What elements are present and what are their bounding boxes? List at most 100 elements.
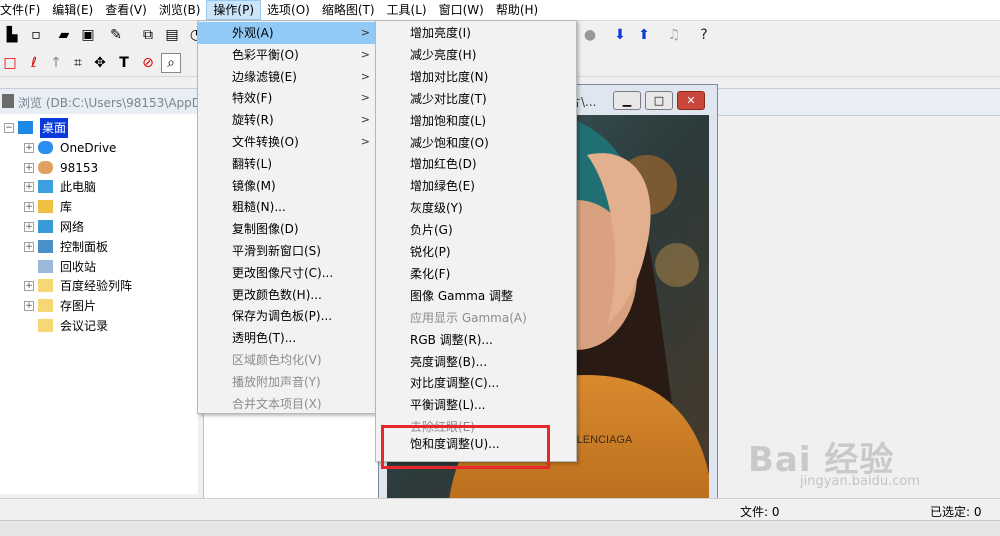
appearance-menu-item[interactable]: 增加亮度(I) [376,22,576,44]
operate-menu-item[interactable]: 翻转(L) [198,153,378,175]
tree-item-label: 控制面板 [60,239,109,254]
operate-menu-item[interactable]: 更改颜色数(H)... [198,284,378,306]
crop-icon[interactable]: ⌗ [68,53,88,73]
appearance-menu-item[interactable]: 增加红色(D) [376,153,576,175]
tree-expander[interactable]: + [24,301,34,312]
tree-expander[interactable]: + [24,202,34,213]
status-bar: 文件: 0 已选定: 0 [0,498,1000,521]
acdsee-icon[interactable]: ▙ [2,25,22,45]
menu-item-label: RGB 调整(R)... [410,332,493,347]
operate-menu: 外观(A) > 色彩平衡(O) > 边缘滤镜(E) > 特效(F) > 旋转(R) > 文件转换(O… [197,20,379,414]
tree-expander[interactable]: + [24,162,34,173]
tree-expander[interactable]: + [24,182,34,193]
close-button[interactable]: ✕ [677,91,705,110]
appearance-menu-item[interactable]: 增加对比度(N) [376,66,576,88]
operate-menu-item[interactable]: 保存为调色板(P)... [198,305,378,327]
paste-icon[interactable]: ▤ [162,25,182,45]
operate-menu-item[interactable]: 特效(F) > [198,87,378,109]
appearance-menu-item[interactable]: 应用显示 Gamma(A) [376,307,576,329]
scan-icon[interactable]: ✎ [106,25,126,45]
tree-item-label: 百度经验列阵 [60,279,133,294]
menu-0[interactable]: 文件(F) [0,0,46,20]
menu-item-label: 区域颜色均化(V) [232,353,322,367]
operate-menu-item[interactable]: 外观(A) > [198,22,378,44]
operate-menu-item[interactable]: 色彩平衡(O) > [198,44,378,66]
file-count: 文件: 0 [740,505,780,519]
menu-item-label: 粗糙(N)... [232,200,286,215]
appearance-menu-item[interactable]: 减少对比度(T) [376,88,576,110]
operate-menu-item[interactable]: 粗糙(N)... [198,196,378,218]
appearance-menu-item[interactable]: 对比度调整(C)... [376,372,576,394]
help-icon[interactable]: ? [694,25,714,45]
rectangle-select-icon[interactable]: □ [0,53,20,73]
menu-8[interactable]: 窗口(W) [433,0,490,20]
tree-item-label: 回收站 [60,259,97,274]
browse-window-icon [2,94,14,108]
zoom-icon[interactable]: ⌕ [161,53,181,73]
menu-item-label: 减少对比度(T) [410,91,487,106]
menu-3[interactable]: 浏览(B) [153,0,207,20]
open-folder-icon[interactable]: ▰ [54,25,74,45]
menu-6[interactable]: 缩略图(T) [316,0,381,20]
menu-4[interactable]: 操作(P) [206,0,262,20]
appearance-menu-item[interactable]: 亮度调整(B)... [376,351,576,373]
menu-bar: 文件(F) 编辑(E) 查看(V) 浏览(B) 操作(P) 选项(O) 缩略图(T) 工具(L… [0,0,1000,21]
appearance-menu-item[interactable]: 减少亮度(H) [376,44,576,66]
appearance-menu-item[interactable]: 灰度级(Y) [376,197,576,219]
operate-menu-item[interactable]: 镜像(M) [198,175,378,197]
arrow-down-icon[interactable]: ⬇ [610,25,630,45]
menu-item-label: 镜像(M) [232,178,276,193]
appearance-menu-item[interactable]: 图像 Gamma 调整 [376,285,576,307]
tree-expander[interactable]: + [24,281,34,292]
no-symbol-icon[interactable]: ⊘ [138,53,158,73]
menu-item-label: 平滑到新窗口(S) [232,244,321,258]
new-file-icon[interactable]: ▫ [26,25,46,45]
browse-window-title: 浏览 (DB:C:\Users\98153\AppDa [18,96,209,110]
move-icon[interactable]: ✥ [90,53,110,73]
operate-menu-item[interactable]: 复制图像(D) [198,218,378,240]
appearance-menu-item[interactable]: 负片(G) [376,219,576,241]
appearance-menu-item[interactable]: 减少饱和度(O) [376,132,576,154]
tree-expander[interactable]: + [24,222,34,232]
copy-icon[interactable]: ⧉ [138,25,158,45]
menu-5[interactable]: 选项(O) [261,0,316,20]
menu-7[interactable]: 工具(L) [381,0,433,20]
operate-menu-item[interactable]: 文件转换(O) > [198,131,378,153]
appearance-menu-item[interactable]: 增加绿色(E) [376,175,576,197]
operate-menu-item[interactable]: 合并文本项目(X) [198,393,378,415]
network-icon [38,220,53,233]
tree-expander[interactable]: + [24,241,34,252]
menu-2[interactable]: 查看(V) [99,0,153,20]
save-icon[interactable]: ▣ [78,25,98,45]
operate-menu-item[interactable]: 播放附加声音(Y) [198,371,378,393]
tree-item-label: 存图片 [60,299,97,314]
maximize-button[interactable]: □ [645,91,673,110]
appearance-menu-item[interactable]: RGB 调整(R)... [376,329,576,351]
operate-menu-item[interactable]: 区域颜色均化(V) [198,349,378,371]
pointer-icon[interactable]: ↑ [46,53,66,73]
menu-9[interactable]: 帮助(H) [490,0,544,20]
menu-item-label: 平衡调整(L)... [410,398,486,413]
tree-expander[interactable]: + [24,142,34,153]
submenu-arrow-icon: > [360,47,370,61]
lasso-icon[interactable]: ℓ [24,53,44,73]
tree-expander[interactable]: − [4,123,14,133]
text-icon[interactable]: T [114,53,134,73]
appearance-menu-item[interactable]: 增加饱和度(L) [376,110,576,132]
operate-menu-item[interactable]: 边缘滤镜(E) > [198,66,378,88]
operate-menu-item[interactable]: 更改图像尺寸(C)... [198,262,378,284]
menu-1[interactable]: 编辑(E) [46,0,99,20]
music-icon[interactable]: ♫ [664,25,684,45]
tree-item-label: 网络 [60,220,85,234]
operate-menu-item[interactable]: 平滑到新窗口(S) [198,240,378,262]
submenu-arrow-icon: > [360,113,370,127]
minimize-button[interactable]: ▁ [613,91,641,110]
operate-menu-item[interactable]: 旋转(R) > [198,109,378,131]
annotation-highlight-box [381,425,550,469]
operate-menu-item[interactable]: 透明色(T)... [198,327,378,349]
appearance-menu-item[interactable]: 柔化(F) [376,263,576,285]
arrow-up-icon[interactable]: ⬆ [634,25,654,45]
stop-icon[interactable]: ● [580,25,600,45]
appearance-menu-item[interactable]: 锐化(P) [376,241,576,263]
appearance-menu-item[interactable]: 平衡调整(L)... [376,394,576,416]
